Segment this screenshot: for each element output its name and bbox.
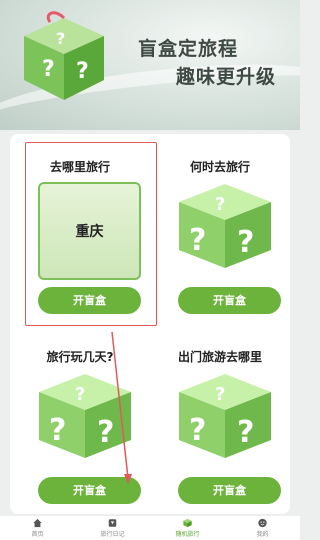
blind-box-grid: 去哪里旅行 重庆 开盲盒 何时去旅行 ? ? ? 开盲盒 旅行玩几天? ? ? … <box>10 134 290 514</box>
svg-text:?: ? <box>237 225 254 260</box>
svg-text:?: ? <box>189 223 206 258</box>
blind-box-when: 何时去旅行 ? ? ? 开盲盒 <box>150 134 290 314</box>
result-card: 重庆 <box>38 182 141 280</box>
banner-slogan-line2: 趣味更升级 <box>176 66 277 88</box>
result-text: 重庆 <box>75 224 104 240</box>
blind-box-title: 旅行玩几天? <box>46 350 114 364</box>
svg-text:?: ? <box>56 29 65 48</box>
mystery-box-icon: ? ? ? <box>179 374 271 458</box>
blind-box-title: 何时去旅行 <box>189 160 250 174</box>
open-box-button[interactable]: 开盲盒 <box>38 287 141 314</box>
random-trip-icon <box>183 518 192 528</box>
svg-text:?: ? <box>76 59 89 84</box>
nav-label: 旅行日记 <box>100 531 125 538</box>
nav-item-home[interactable]: 首页 <box>0 516 75 540</box>
svg-text:?: ? <box>189 413 206 448</box>
profile-icon <box>258 518 267 528</box>
blind-box-where-to-go: 出门旅游去哪里 ? ? ? 开盲盒 <box>150 324 290 504</box>
top-banner: ? ? ? 盲盒定旅程 趣味更升级 <box>0 0 300 130</box>
open-box-button[interactable]: 开盲盒 <box>38 477 141 504</box>
nav-item-diary[interactable]: 旅行日记 <box>75 516 150 540</box>
svg-text:?: ? <box>49 413 66 448</box>
blind-box-title: 出门旅游去哪里 <box>177 350 262 364</box>
blind-box-where: 去哪里旅行 重庆 开盲盒 <box>10 134 150 314</box>
svg-text:?: ? <box>97 415 114 450</box>
nav-label: 首页 <box>31 531 44 538</box>
svg-text:?: ? <box>237 415 254 450</box>
open-box-button[interactable]: 开盲盒 <box>178 477 281 504</box>
blind-box-how-long: 旅行玩几天? ? ? ? 开盲盒 <box>10 324 150 504</box>
mystery-box-icon: ? ? ? <box>179 184 271 268</box>
bottom-navigation: 首页 旅行日记 随机旅行 我的 <box>0 516 300 540</box>
nav-item-profile[interactable]: 我的 <box>225 516 300 540</box>
svg-text:?: ? <box>75 384 85 405</box>
svg-text:?: ? <box>215 194 225 215</box>
nav-label: 随机旅行 <box>175 531 200 538</box>
banner-cube-icon: ? ? ? <box>24 11 104 100</box>
svg-text:?: ? <box>42 57 55 82</box>
diary-icon <box>108 519 117 527</box>
svg-text:?: ? <box>215 384 225 405</box>
home-icon <box>33 518 42 528</box>
mystery-box-icon: ? ? ? <box>39 374 131 458</box>
banner-slogan-line1: 盲盒定旅程 <box>138 38 239 60</box>
blind-box-title: 去哪里旅行 <box>49 160 110 174</box>
nav-item-random-trip[interactable]: 随机旅行 <box>150 516 225 540</box>
nav-label: 我的 <box>256 531 269 538</box>
open-box-button[interactable]: 开盲盒 <box>178 287 281 314</box>
